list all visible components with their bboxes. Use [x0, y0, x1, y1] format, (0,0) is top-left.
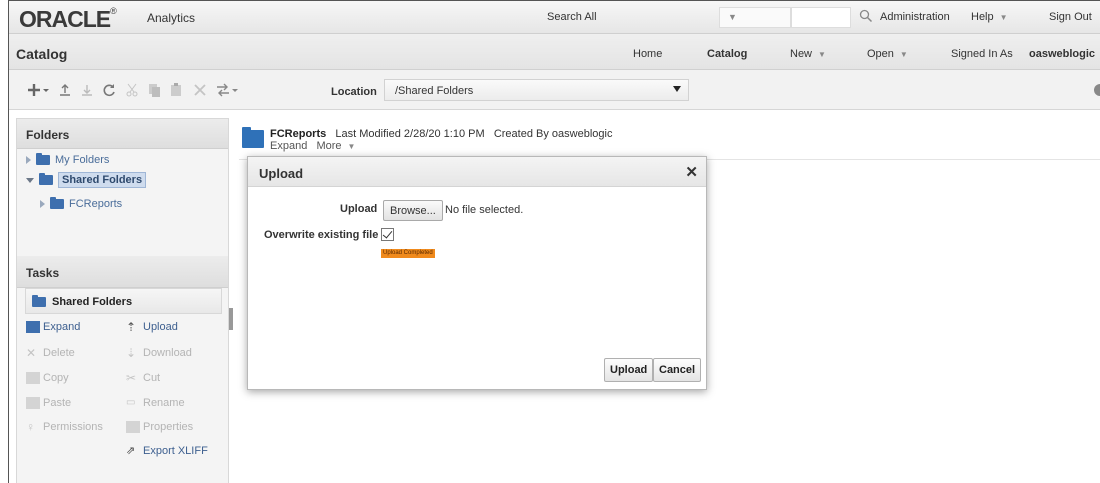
delete-icon: ✕: [26, 346, 37, 361]
tree-item-shared-folders[interactable]: Shared Folders: [26, 172, 147, 190]
chevron-down-icon: ▼: [818, 50, 826, 59]
location-dropdown[interactable]: /Shared Folders: [384, 79, 689, 101]
task-upload[interactable]: ⇡ Upload: [126, 321, 178, 333]
oracle-logo: ORACLE®: [19, 6, 117, 32]
expand-arrow-icon[interactable]: [40, 200, 45, 209]
folder-icon: [242, 127, 264, 148]
more-menu[interactable]: More ▼: [316, 140, 355, 152]
search-input[interactable]: [791, 7, 851, 28]
refresh-icon[interactable]: [101, 82, 117, 98]
chevron-down-icon: ▼: [999, 13, 1008, 22]
key-icon: ♀: [26, 420, 35, 435]
tree-item-fcreports[interactable]: FCReports: [40, 197, 122, 214]
folder-info: FCReports Last Modified 2/28/20 1:10 PM …: [270, 128, 613, 140]
task-rename: ▭ Rename: [126, 397, 185, 409]
signed-in-label: Signed In As: [951, 48, 1013, 60]
app-window: ORACLE® Analytics Search All ▼ Administr…: [8, 0, 1100, 483]
overwrite-label: Overwrite existing file: [264, 229, 379, 241]
tasks-folder-header: Shared Folders: [25, 288, 222, 314]
browse-button[interactable]: Browse...: [383, 200, 443, 221]
page-title: Catalog: [16, 46, 68, 62]
location-value: /Shared Folders: [395, 85, 474, 97]
open-menu[interactable]: Open ▼: [867, 48, 908, 60]
copy-icon: [149, 84, 160, 97]
task-cut: ✂ Cut: [126, 371, 161, 386]
cut-icon: ✂: [126, 371, 137, 386]
folder-name[interactable]: FCReports: [270, 128, 326, 140]
chevron-down-icon[interactable]: [42, 82, 50, 98]
user-menu[interactable]: oasweblogic: [1029, 48, 1095, 60]
task-copy: Copy: [26, 372, 69, 385]
top-header: ORACLE® Analytics Search All ▼ Administr…: [9, 1, 1100, 34]
catalog-link[interactable]: Catalog: [707, 48, 747, 60]
chevron-down-icon: [673, 86, 681, 92]
overwrite-checkbox[interactable]: [381, 228, 394, 241]
upload-icon[interactable]: [57, 82, 73, 98]
folder-icon: [32, 295, 46, 307]
location-label: Location: [331, 86, 377, 98]
panel-splitter[interactable]: [229, 308, 233, 330]
tree-item-my-folders[interactable]: My Folders: [26, 153, 109, 170]
close-icon[interactable]: ✕: [685, 163, 698, 181]
expand-arrow-icon[interactable]: [26, 156, 31, 165]
catalog-toolbar: Location /Shared Folders: [9, 70, 1100, 110]
export-icon: ⇗: [126, 445, 136, 458]
swap-icon[interactable]: [215, 82, 231, 98]
search-label: Search All: [547, 11, 597, 23]
task-paste: Paste: [26, 397, 71, 410]
collapse-arrow-icon[interactable]: [26, 177, 34, 183]
chevron-down-icon: ▼: [899, 50, 908, 59]
task-export-xliff[interactable]: ⇗ Export XLIFF: [126, 445, 208, 457]
rename-icon: ▭: [126, 397, 136, 409]
administration-link[interactable]: Administration: [880, 11, 950, 23]
product-name: Analytics: [147, 11, 196, 25]
paste-icon: [171, 83, 181, 96]
cancel-button[interactable]: Cancel: [653, 358, 702, 382]
chevron-down-icon: ▼: [347, 142, 356, 151]
new-menu[interactable]: New ▼: [790, 48, 826, 60]
task-expand[interactable]: Expand: [26, 321, 80, 334]
task-delete: ✕ Delete: [26, 346, 75, 361]
search-scope-dropdown[interactable]: ▼: [719, 7, 791, 28]
folder-icon: [26, 321, 40, 334]
task-permissions: ♀ Permissions: [26, 420, 103, 435]
download-icon: ⇣: [126, 346, 137, 361]
panel-toggle-icon[interactable]: [1094, 84, 1100, 96]
home-link[interactable]: Home: [633, 48, 662, 60]
cut-icon: [126, 83, 138, 97]
sign-out-link[interactable]: Sign Out: [1049, 11, 1092, 23]
help-menu[interactable]: Help ▼: [971, 11, 1008, 23]
download-icon: [82, 85, 92, 96]
add-icon[interactable]: [26, 82, 42, 98]
status-badge: Upload Completed: [381, 249, 435, 258]
tasks-header: Tasks: [17, 256, 228, 288]
task-download: ⇣ Download: [126, 346, 192, 361]
chevron-down-icon[interactable]: [231, 82, 239, 98]
folder-row: FCReports Last Modified 2/28/20 1:10 PM …: [239, 118, 1100, 160]
upload-button[interactable]: Upload: [604, 358, 654, 382]
copy-icon: [26, 372, 40, 385]
expand-link[interactable]: Expand: [270, 140, 307, 152]
folder-icon: [36, 153, 50, 166]
dialog-header: Upload ✕: [248, 157, 706, 187]
file-status: No file selected.: [445, 204, 524, 216]
dialog-title: Upload: [259, 166, 304, 181]
upload-dialog: Upload ✕ Upload Browse... No file select…: [247, 156, 707, 390]
folder-actions: Expand More ▼: [270, 140, 355, 152]
folders-header: Folders: [17, 119, 228, 149]
task-properties: Properties: [126, 421, 193, 434]
properties-icon: [126, 421, 140, 434]
catalog-bar: Catalog Home Catalog New ▼ Open ▼ Signed I…: [9, 34, 1100, 70]
paste-icon: [26, 397, 40, 410]
upload-label: Upload: [340, 203, 378, 215]
upload-icon: ⇡: [126, 320, 137, 335]
folder-icon: [39, 173, 53, 186]
delete-icon: [194, 84, 206, 96]
chevron-down-icon: ▼: [728, 12, 737, 22]
search-icon[interactable]: [859, 9, 873, 23]
folder-icon: [50, 197, 64, 210]
left-panel: Folders My Folders Shared Folders FCRepo…: [16, 118, 229, 483]
